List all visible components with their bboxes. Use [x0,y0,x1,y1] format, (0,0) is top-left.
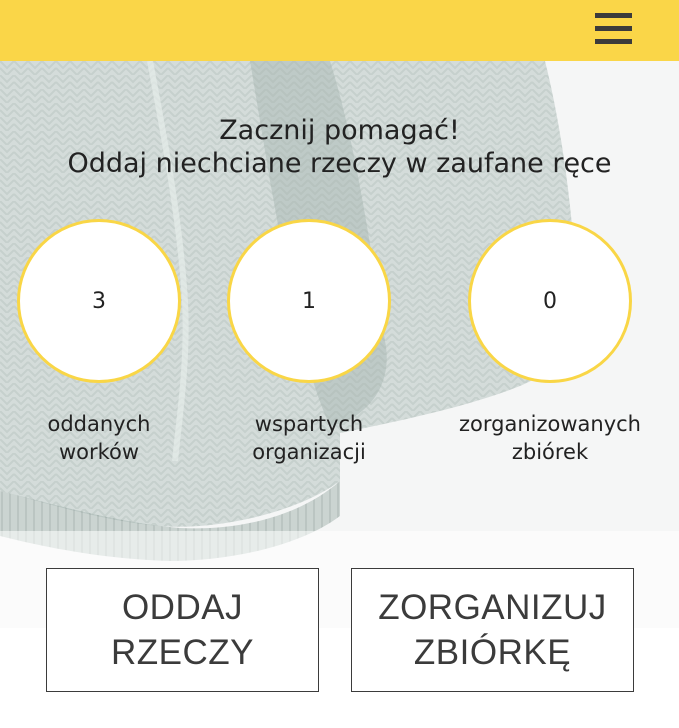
give-items-button-label: ODDAJ RZECZY [111,588,254,672]
stat-label-collections-line2: zbiórek [511,440,589,464]
stat-circle-bags: 3 [17,219,181,383]
hero-title: Zacznij pomagać! [219,115,460,146]
stat-label-collections-line1: zorganizowanych [459,412,641,436]
stat-label-bags: oddanych worków [0,410,199,466]
hero-subtitle: Oddaj niechciane rzeczy w zaufane ręce [67,148,612,179]
hamburger-menu-icon[interactable] [595,13,632,44]
organize-collection-button[interactable]: ZORGANIZUJ ZBIÓRKĘ [351,568,634,692]
stat-value-collections: 0 [543,288,557,314]
organize-collection-label-line2: ZBIÓRKĘ [413,633,572,672]
top-bar [0,0,679,61]
stat-label-collections: zorganizowanych zbiórek [450,410,650,466]
menu-bar-middle [595,26,632,31]
stat-value-organizations: 1 [302,288,316,314]
menu-bar-bottom [595,39,632,44]
stat-label-organizations: wspartych organizacji [209,410,409,466]
stat-label-organizations-line2: organizacji [252,440,366,464]
stat-label-bags-line2: worków [58,440,140,464]
organize-collection-button-label: ZORGANIZUJ ZBIÓRKĘ [378,585,607,675]
give-items-button[interactable]: ODDAJ RZECZY [46,568,319,692]
stat-label-organizations-line1: wspartych [254,412,364,436]
menu-bar-top [595,13,632,18]
organize-collection-label-line1: ZORGANIZUJ [378,588,607,627]
stat-value-bags: 3 [92,288,106,314]
stat-circle-collections: 0 [468,219,632,383]
stat-circle-organizations: 1 [227,219,391,383]
hero-headline: Zacznij pomagać! Oddaj niechciane rzeczy… [0,114,679,180]
stat-label-bags-line1: oddanych [47,412,151,436]
